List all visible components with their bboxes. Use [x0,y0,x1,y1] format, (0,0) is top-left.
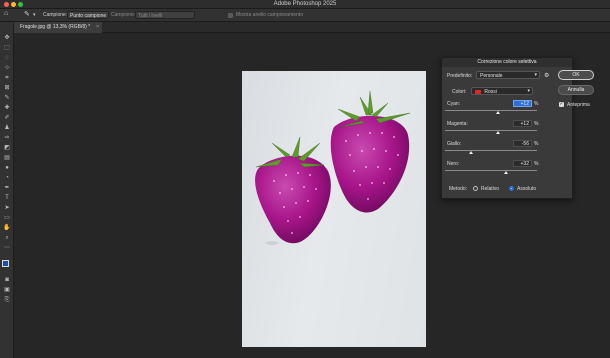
magenta-track[interactable] [445,130,537,131]
yellow-track[interactable] [445,150,537,151]
method-absolute-label: Assoluto [517,186,537,192]
yellow-thumb[interactable] [469,151,473,154]
dodge-tool-icon[interactable]: ◔ [3,174,11,182]
cyan-track[interactable] [445,110,537,111]
lasso-tool-icon[interactable]: ◌ [3,54,11,62]
brush-tool-icon[interactable]: ✐ [3,114,11,122]
blur-tool-icon[interactable]: ● [3,164,11,172]
preset-label: Predefinito: [447,73,473,79]
black-thumb[interactable] [504,171,508,174]
sample-layers-label: Campione: [111,12,136,18]
move-tool-icon[interactable]: ✥ [3,34,11,42]
ok-button[interactable]: OK [558,70,594,80]
colors-label: Colori: [452,89,467,95]
slider-magenta: Magenta: +12 % [442,119,574,139]
black-track[interactable] [445,170,537,171]
document-tab-bar: Fragole.jpg @ 13,3% (RGB/8) * × [14,22,610,33]
magenta-label: Magenta: [447,121,468,127]
black-percent: % [534,161,539,167]
path-selection-icon[interactable]: ➤ [3,204,11,212]
sample-size-label: Campione: [43,12,68,18]
cyan-thumb[interactable] [496,111,500,114]
black-value-input[interactable]: +32 [513,160,532,167]
more-tools-icon[interactable]: ⋯ [3,244,11,252]
sample-layers-select[interactable]: Tutti i livelli [135,11,195,19]
marquee-tool-icon[interactable]: ⬚ [3,44,11,52]
preset-select[interactable]: Personale ▾ [476,71,540,79]
yellow-percent: % [534,141,539,147]
preset-options-gear-icon[interactable]: ⚙ [544,72,549,79]
object-selection-tool-icon[interactable]: ⊹ [3,64,11,72]
preview-label: Anteprima [567,102,590,108]
show-sampling-ring-label: Mostra anello campionamento [236,12,303,18]
right-strawberry [330,115,410,213]
clone-stamp-icon[interactable]: ♟ [3,124,11,132]
sample-size-select[interactable]: Punto campione [67,11,109,19]
crop-tool-icon[interactable]: ⌗ [3,74,11,82]
options-bar: ⌂ ✎ ▾ Campione: Punto campione Campione:… [0,9,610,22]
yellow-value-input[interactable]: -56 [513,140,532,147]
slider-yellow: Giallo: -56 % [442,139,574,159]
chevron-down-icon: ▾ [527,88,530,94]
preview-checkbox[interactable]: ✓ [559,102,564,107]
home-icon[interactable]: ⌂ [4,10,8,17]
healing-brush-icon[interactable]: ✚ [3,104,11,112]
eraser-tool-icon[interactable]: ◩ [3,144,11,152]
left-strawberry [255,155,331,244]
cancel-button[interactable]: Annulla [558,85,594,95]
slider-black: Nero: +32 % [442,159,574,179]
preset-value: Personale [480,73,503,79]
eyedropper-tool-icon[interactable]: ✎ [24,10,30,18]
colors-value: Rossi [484,89,497,95]
method-relative-radio[interactable] [473,186,478,191]
selective-color-dialog: Correzione colore selettiva Predefinito:… [441,57,573,199]
black-label: Nero: [447,161,460,167]
screen-mode-icon[interactable]: ▣ [3,286,11,294]
chevron-down-icon: ▾ [534,72,537,78]
magenta-percent: % [534,121,539,127]
document-canvas[interactable] [242,71,426,347]
yellow-label: Giallo: [447,141,462,147]
method-label: Metodo: [449,186,468,192]
cyan-percent: % [534,101,539,107]
toolbar: ✥ ⬚ ◌ ⊹ ⌗ ⊠ ✎ ✚ ✐ ♟ ✑ ◩ ▤ ● ◔ ✒ T ➤ ▭ ✋ … [0,22,14,358]
share-icon[interactable]: ⎘ [3,296,11,304]
eyedropper-icon[interactable]: ✎ [3,94,11,102]
dialog-title: Correzione colore selettiva [442,58,572,67]
foreground-color-swatch[interactable] [2,260,9,267]
document-tab[interactable]: Fragole.jpg @ 13,3% (RGB/8) * × [14,22,102,33]
rectangle-tool-icon[interactable]: ▭ [3,214,11,222]
method-relative-label: Relativo [481,186,500,192]
close-tab-icon[interactable]: × [96,24,99,30]
slider-cyan: Cyan: +12 % [442,99,574,119]
cyan-label: Cyan: [447,101,461,107]
method-absolute-radio[interactable] [509,186,514,191]
quick-mask-icon[interactable]: ◙ [3,276,11,284]
colors-select[interactable]: Rossi ▾ [471,87,533,95]
title-bar: Adobe Photoshop 2025 [0,0,610,9]
frame-tool-icon[interactable]: ⊠ [3,84,11,92]
magenta-value-input[interactable]: +12 [513,120,532,127]
history-brush-icon[interactable]: ✑ [3,134,11,142]
zoom-tool-icon[interactable]: ⌕ [3,234,11,242]
tool-preset-chevron-icon[interactable]: ▾ [33,12,36,18]
magenta-thumb[interactable] [496,131,500,134]
app-title: Adobe Photoshop 2025 [273,1,337,7]
pen-tool-icon[interactable]: ✒ [3,184,11,192]
hand-tool-icon[interactable]: ✋ [3,224,11,232]
gradient-tool-icon[interactable]: ▤ [3,154,11,162]
type-tool-icon[interactable]: T [3,194,11,202]
cyan-value-input[interactable]: +12 [513,100,532,107]
document-tab-label: Fragole.jpg @ 13,3% (RGB/8) * [20,24,91,30]
show-sampling-ring-checkbox[interactable] [228,13,233,18]
color-swatch [475,89,481,94]
strawberries-image [255,90,411,245]
